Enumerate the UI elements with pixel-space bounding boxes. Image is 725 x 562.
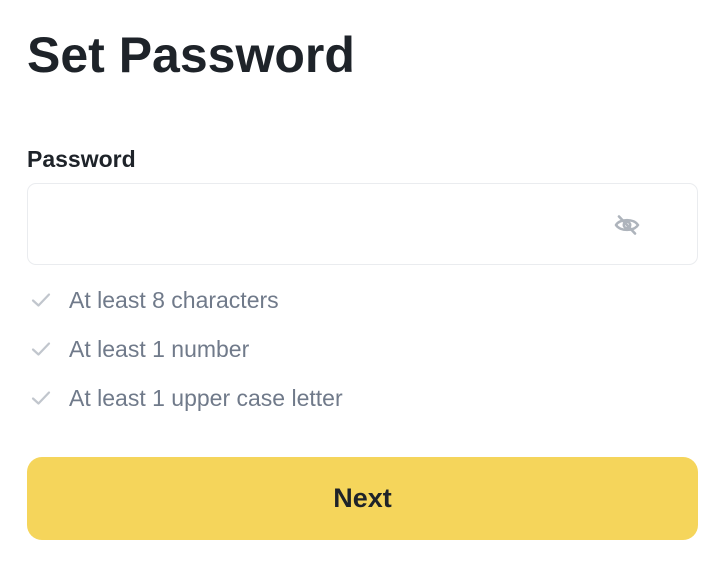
eye-slash-icon[interactable] <box>612 212 642 238</box>
check-icon <box>28 336 54 362</box>
check-icon <box>28 385 54 411</box>
requirement-item: At least 1 upper case letter <box>27 378 343 418</box>
requirement-text: At least 1 number <box>69 336 250 362</box>
requirement-text: At least 1 upper case letter <box>69 385 343 411</box>
password-label: Password <box>27 146 136 172</box>
requirement-item: At least 8 characters <box>27 280 343 320</box>
requirement-item: At least 1 number <box>27 329 343 369</box>
page-title: Set Password <box>27 27 355 83</box>
requirement-text: At least 8 characters <box>69 287 279 313</box>
password-requirements: At least 8 characters At least 1 number … <box>27 280 343 427</box>
password-field[interactable] <box>27 183 698 265</box>
check-icon <box>28 287 54 313</box>
password-input[interactable] <box>44 184 604 264</box>
next-button[interactable]: Next <box>27 457 698 540</box>
